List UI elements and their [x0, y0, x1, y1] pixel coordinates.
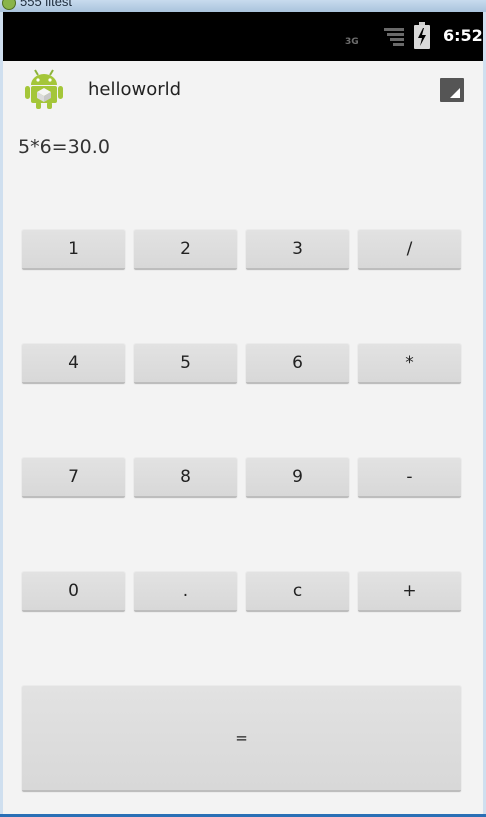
- key-3[interactable]: 3: [246, 230, 349, 270]
- network-type-label: 3G: [345, 37, 359, 47]
- key-8[interactable]: 8: [134, 458, 237, 498]
- action-bar: helloworld: [3, 61, 483, 117]
- key-multiply[interactable]: *: [358, 344, 461, 384]
- overflow-menu-icon[interactable]: [440, 78, 464, 102]
- key-5[interactable]: 5: [134, 344, 237, 384]
- key-9[interactable]: 9: [246, 458, 349, 498]
- key-0[interactable]: 0: [22, 572, 125, 612]
- battery-charging-icon: [414, 22, 430, 49]
- key-decimal[interactable]: .: [134, 572, 237, 612]
- key-add[interactable]: +: [358, 572, 461, 612]
- key-subtract[interactable]: -: [358, 458, 461, 498]
- signal-icon: [384, 28, 404, 46]
- emulator-window-icon: [2, 0, 16, 10]
- result-display: 5*6=30.0: [18, 136, 110, 158]
- key-4[interactable]: 4: [22, 344, 125, 384]
- key-divide[interactable]: /: [358, 230, 461, 270]
- key-7[interactable]: 7: [22, 458, 125, 498]
- overflow-menu-triangle: [450, 88, 460, 98]
- key-equals[interactable]: =: [22, 686, 461, 792]
- emulator-title-bar: 555 litest: [0, 0, 486, 12]
- android-robot-icon[interactable]: [23, 66, 65, 110]
- status-bar: 3G 6:52: [3, 12, 483, 61]
- status-time: 6:52: [443, 26, 483, 45]
- key-clear[interactable]: c: [246, 572, 349, 612]
- key-2[interactable]: 2: [134, 230, 237, 270]
- key-6[interactable]: 6: [246, 344, 349, 384]
- key-1[interactable]: 1: [22, 230, 125, 270]
- app-title: helloworld: [88, 79, 182, 100]
- emulator-window-title: 555 litest: [20, 0, 73, 9]
- device-screen: 3G 6:52 helloworld 5*6=30.0 1 2 3 / 4 5 …: [3, 12, 483, 814]
